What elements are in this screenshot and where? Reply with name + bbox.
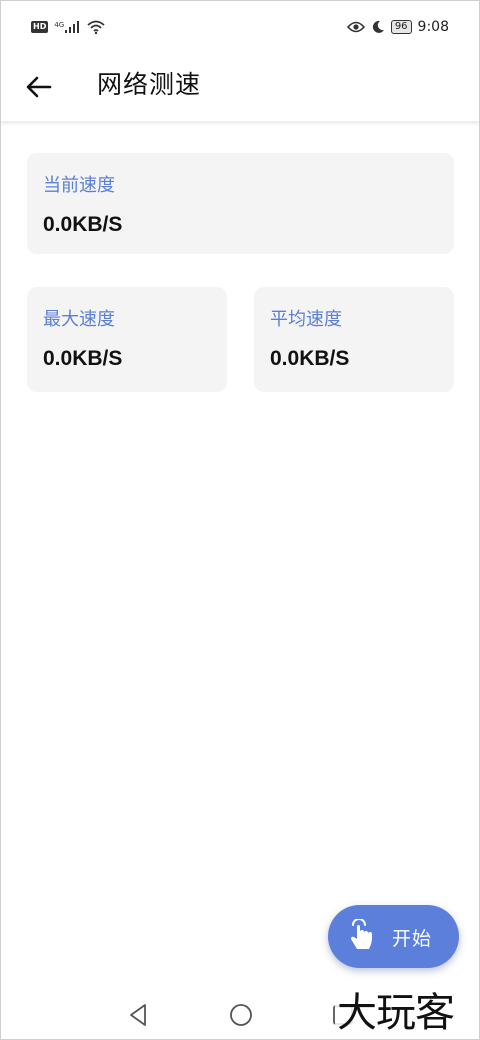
average-speed-value: 0.0KB/S — [270, 347, 350, 370]
eye-icon — [346, 21, 365, 33]
signal-icon: 4G — [54, 21, 81, 33]
current-speed-card: 当前速度 0.0KB/S — [27, 153, 454, 254]
status-left: HD 4G — [31, 20, 105, 34]
app-bar: 网络测速 — [1, 53, 479, 122]
clock: 9:08 — [417, 19, 449, 35]
signal-bars-icon — [65, 21, 80, 33]
status-bar: HD 4G 96 9:08 — [1, 1, 479, 53]
start-button-label: 开始 — [392, 928, 433, 950]
average-speed-card: 平均速度 0.0KB/S — [254, 287, 454, 392]
max-speed-value: 0.0KB/S — [43, 347, 123, 370]
tap-hand-icon — [351, 919, 372, 949]
status-right: 96 9:08 — [346, 19, 449, 35]
nav-back-icon[interactable] — [125, 1001, 153, 1029]
arrow-left-icon — [26, 76, 52, 98]
page-title: 网络测速 — [97, 70, 202, 99]
moon-icon — [372, 20, 384, 33]
app-screen: HD 4G 96 9:08 网络测速 当前速度 0.0KB/S 最大速度 0.0… — [0, 0, 480, 1040]
start-button[interactable]: 开始 — [328, 905, 459, 968]
max-speed-label: 最大速度 — [43, 309, 115, 330]
nav-home-icon[interactable] — [227, 1001, 255, 1029]
current-speed-label: 当前速度 — [43, 175, 115, 196]
current-speed-value: 0.0KB/S — [43, 213, 123, 236]
battery-icon: 96 — [390, 20, 412, 34]
wifi-icon — [87, 20, 105, 34]
watermark-logo: 大玩客 — [335, 987, 455, 1039]
max-speed-card: 最大速度 0.0KB/S — [27, 287, 227, 392]
average-speed-label: 平均速度 — [270, 309, 342, 330]
hd-badge: HD — [31, 21, 49, 33]
back-button[interactable] — [17, 65, 61, 109]
network-type: 4G — [54, 21, 65, 29]
